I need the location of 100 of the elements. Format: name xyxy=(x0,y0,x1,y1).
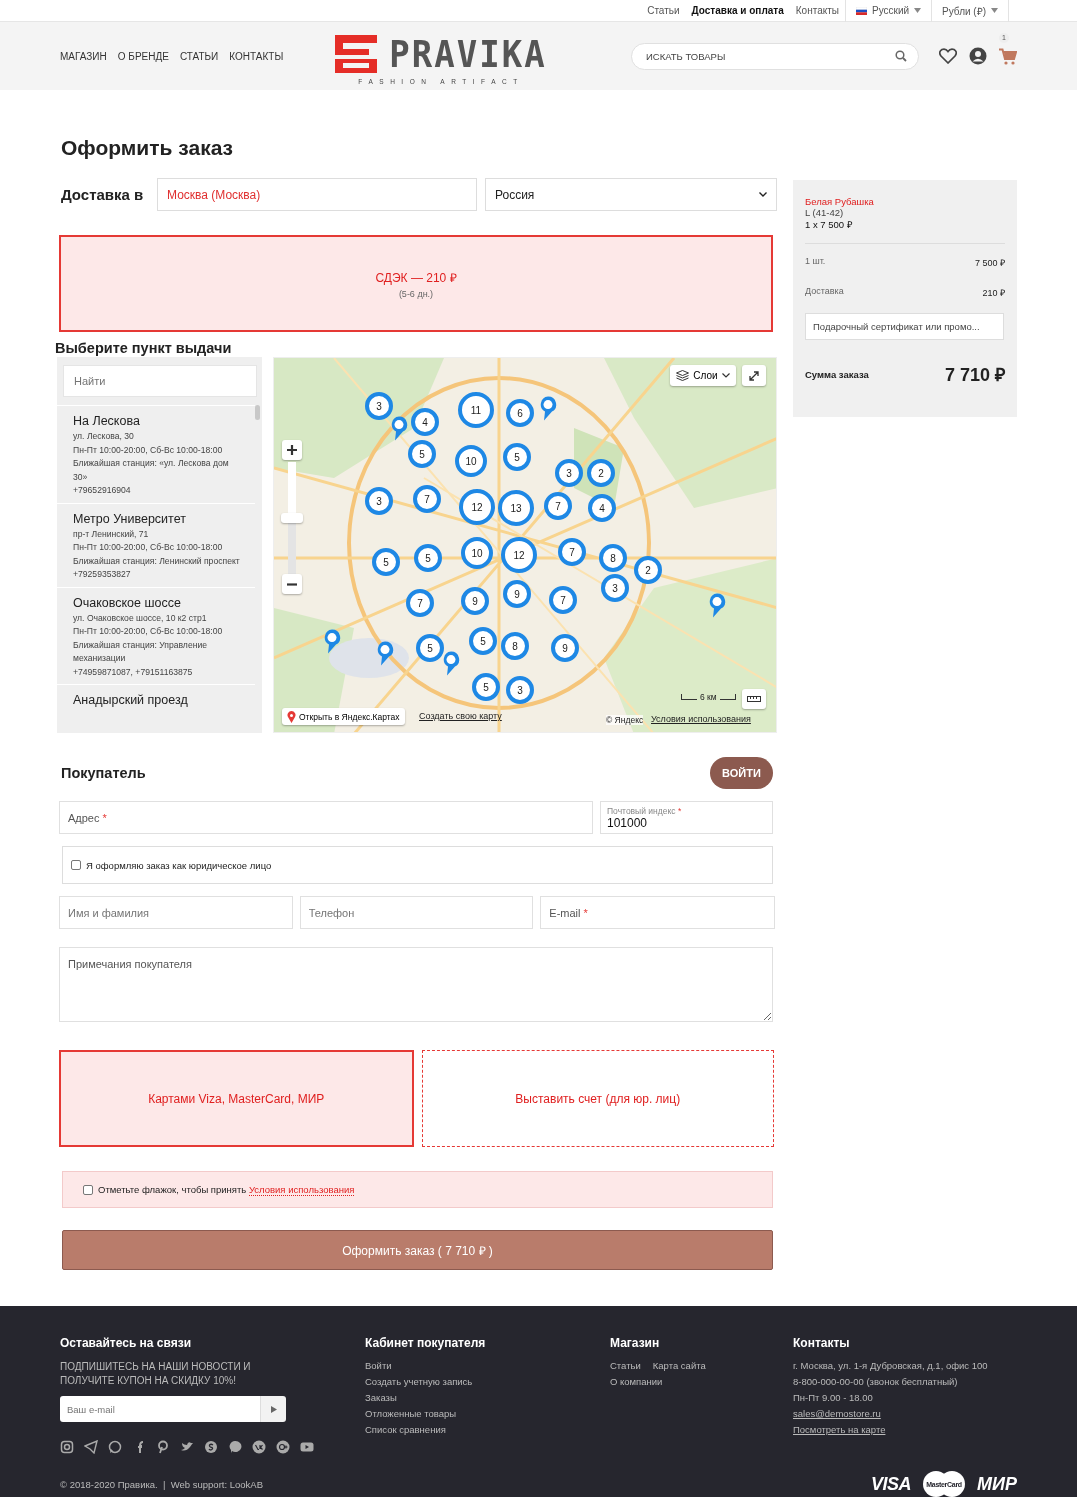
summary-value: 7 500 ₽ xyxy=(974,257,1005,269)
layers-button[interactable]: Слои xyxy=(670,365,736,386)
zoom-in-button[interactable] xyxy=(282,440,302,460)
caret-icon xyxy=(991,8,998,13)
social-icon[interactable] xyxy=(252,1440,266,1454)
layers-icon xyxy=(676,370,690,381)
map-pin-icon[interactable] xyxy=(323,628,341,655)
pickup-point[interactable]: На Лескова ул. Лескова, 30 Пн-Пт 10:00-20:00, Сб-Вс 10:00-18:00 Ближайшая станция: «ул. Лескова дом 30» +79652916904 xyxy=(57,405,255,503)
footer-link[interactable]: sales@demostore.ru xyxy=(793,1408,988,1419)
delivery-label: Доставка в xyxy=(61,186,145,203)
section-title: Выберите пункт выдачи xyxy=(55,340,233,356)
footer-heading: Магазин xyxy=(610,1336,661,1350)
checkbox[interactable] xyxy=(71,860,81,870)
footer-link[interactable]: Карта сайта xyxy=(652,1360,706,1371)
notes-field[interactable]: Примечания покупателя xyxy=(59,947,773,1022)
footer-link[interactable]: Отложенные товары xyxy=(365,1408,610,1419)
search-icon[interactable] xyxy=(895,49,907,62)
pickup-point[interactable]: Анадырский проезд xyxy=(57,684,255,714)
ruler-button[interactable] xyxy=(742,689,766,709)
nav-link[interactable]: О БРЕНДЕ xyxy=(117,50,169,62)
map-pin-icon[interactable] xyxy=(442,650,460,677)
address-field[interactable]: Адрес * xyxy=(59,801,593,834)
top-link[interactable]: Статьи xyxy=(647,5,680,16)
language-selector[interactable]: Русский xyxy=(844,0,932,22)
footer-link[interactable]: Статьи xyxy=(610,1360,641,1371)
subscribe-button[interactable] xyxy=(260,1396,286,1422)
nav-link[interactable]: КОНТАКТЫ xyxy=(229,50,284,62)
terms-link[interactable]: Условия использования xyxy=(651,714,751,724)
caret-icon xyxy=(914,8,922,13)
scale-bar: 6 км xyxy=(681,692,736,702)
zoom-out-button[interactable] xyxy=(282,574,302,594)
chevron-icon xyxy=(721,373,730,378)
map-pin-icon[interactable] xyxy=(539,395,557,422)
chevron-icon xyxy=(759,192,767,197)
social-icon[interactable] xyxy=(156,1440,170,1454)
nav-link[interactable]: МАГАЗИН xyxy=(60,50,107,62)
cart-icon[interactable] xyxy=(999,47,1017,65)
footer-link[interactable]: Посмотреть на карте xyxy=(793,1424,988,1435)
create-map-link[interactable]: Создать свою карту xyxy=(419,711,502,721)
pickup-point[interactable]: Метро Университет пр-т Ленинский, 71 Пн-Пт 10:00-20:00, Сб-Вс 10:00-18:00 Ближайшая станция: Ленинский проспект +79259353827 xyxy=(57,502,255,587)
logo-icon xyxy=(335,35,378,73)
contact-text: г. Москва, ул. 1-я Дубровская, д.1, офис 100 xyxy=(793,1360,988,1371)
city-field[interactable]: Москва (Москва) xyxy=(157,178,477,211)
footer-heading: Кабинет покупателя xyxy=(365,1336,487,1350)
name-field[interactable]: Имя и фамилия xyxy=(59,896,293,929)
bird-icon[interactable] xyxy=(180,1440,194,1454)
email-field[interactable]: E-mail * xyxy=(540,896,775,929)
phone-bubble-icon[interactable] xyxy=(108,1440,122,1454)
map-pin-icon[interactable] xyxy=(376,640,394,667)
scrollbar-thumb[interactable] xyxy=(255,405,260,420)
social-icon[interactable] xyxy=(204,1440,218,1454)
heart-icon[interactable] xyxy=(939,48,957,64)
payment-option[interactable]: Выставить счет (для юр. лиц) xyxy=(421,1050,774,1147)
footer-link[interactable]: Заказы xyxy=(365,1392,610,1403)
pickup-search-field[interactable]: Найти xyxy=(63,365,257,397)
email-field[interactable]: Ваш e-mail xyxy=(60,1396,260,1422)
login-button[interactable]: ВОЙТИ xyxy=(710,757,773,789)
payment-option[interactable]: Картами Viza, MasterCard, МИР xyxy=(59,1050,414,1147)
visa-logo: VISA xyxy=(871,1473,912,1495)
user-icon[interactable] xyxy=(969,47,987,65)
page-title: Оформить заказ xyxy=(61,136,234,160)
product-name[interactable]: Белая Рубашка xyxy=(805,196,1005,207)
map-pin-icon[interactable] xyxy=(390,415,408,442)
map-pin-icon[interactable] xyxy=(708,592,726,619)
search-field[interactable]: ИСКАТЬ ТОВАРЫ xyxy=(631,42,919,70)
pickup-point[interactable]: Очаковское шоссе ул. Очаковское шоссе, 10 к2 стр1 Пн-Пт 10:00-20:00, Сб-Вс 10:00-18:00 Ближайшая станция: Управление механизации +74959871087, +79151163875 xyxy=(57,586,255,684)
mir-logo: МИР xyxy=(977,1473,1017,1495)
postcode-field[interactable]: Почтовый индекс * 101000 xyxy=(600,801,773,834)
contact-text: Пн-Пт 9.00 - 18.00 xyxy=(793,1392,874,1403)
fullscreen-button[interactable] xyxy=(742,365,766,386)
phone-field[interactable]: Телефон xyxy=(299,896,534,929)
zoom-slider-handle[interactable] xyxy=(281,513,303,523)
footer-link[interactable]: Список сравнения xyxy=(365,1424,610,1435)
total-label: Сумма заказа xyxy=(805,368,869,380)
social-icon[interactable] xyxy=(276,1440,290,1454)
chat-bubble-icon[interactable] xyxy=(228,1440,242,1454)
promo-code-field[interactable]: Подарочный сертификат или промо... xyxy=(805,313,1004,340)
footer-link[interactable]: О компании xyxy=(610,1376,663,1387)
delivery-option[interactable]: СДЭК — 210 ₽ (5-6 дн.) xyxy=(59,235,773,332)
footer-link[interactable]: Создать учетную запись xyxy=(365,1376,610,1387)
top-link[interactable]: Доставка и оплата xyxy=(691,5,784,16)
paper-plane-icon[interactable] xyxy=(84,1440,98,1454)
logo-text: PRAVIKA xyxy=(389,34,547,74)
footer-heading: Контакты xyxy=(793,1336,851,1350)
section-title: Покупатель xyxy=(61,765,146,781)
ruler-icon xyxy=(747,696,761,702)
footer-link[interactable]: Войти xyxy=(365,1360,610,1371)
terms-text: Отметьте флажок, чтобы принять Условия использования xyxy=(98,1184,355,1195)
product-quantity-price: 1 x 7 500 ₽ xyxy=(805,218,854,231)
open-map-button[interactable]: Открыть в Яндекс.Картах xyxy=(282,708,405,725)
top-link[interactable]: Контакты xyxy=(795,5,839,16)
terms-link[interactable]: Условия использования xyxy=(248,1184,355,1196)
checkbox[interactable] xyxy=(83,1184,93,1195)
summary-value: 210 ₽ xyxy=(982,287,1005,299)
currency-selector[interactable]: Рубли (₽) xyxy=(931,0,1009,22)
nav-link[interactable]: СТАТЬИ xyxy=(179,50,219,62)
country-select[interactable]: Россия xyxy=(485,178,777,211)
camera-icon[interactable] xyxy=(60,1440,74,1454)
summary-label: 1 шт. xyxy=(805,256,826,268)
play-button-icon[interactable] xyxy=(300,1440,314,1454)
